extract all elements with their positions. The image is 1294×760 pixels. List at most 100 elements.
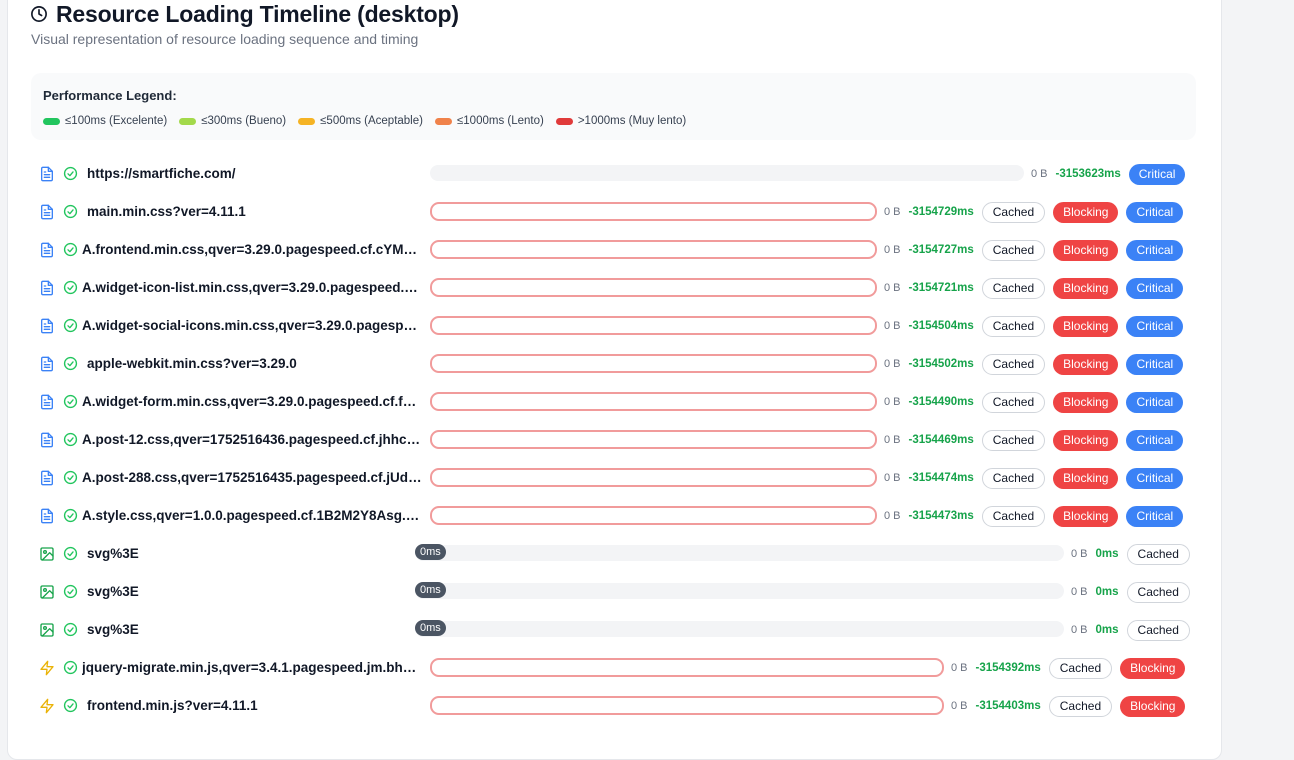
resource-row[interactable]: A.widget-social-icons.min.css,qver=3.29.… <box>31 307 1196 345</box>
resource-row[interactable]: A.style.css,qver=1.0.0.pagespeed.cf.1B2M… <box>31 497 1196 535</box>
resource-name: A.widget-form.min.css,qver=3.29.0.pagesp… <box>82 394 422 409</box>
check-circle-icon <box>63 166 78 181</box>
cached-badge: Cached <box>1126 543 1190 565</box>
resource-size: 0 B <box>884 358 901 370</box>
resource-time: 0ms <box>1095 586 1119 598</box>
resource-time: -3154392ms <box>975 662 1041 674</box>
legend-swatch <box>298 117 316 125</box>
check-circle-icon <box>63 546 78 561</box>
legend-swatch <box>179 117 197 125</box>
legend-swatch <box>434 117 452 125</box>
lightning-icon <box>40 698 54 714</box>
timeline-bar: 0ms <box>415 544 1064 561</box>
resource-size: 0 B <box>884 244 901 256</box>
resource-size: 0 B <box>1071 586 1088 598</box>
file-text-icon <box>41 242 53 258</box>
resource-row[interactable]: svg%3E 0ms 0 B 0ms Cached <box>31 611 1196 649</box>
resource-row[interactable]: A.frontend.min.css,qver=3.29.0.pagespeed… <box>31 231 1196 269</box>
resource-name: A.style.css,qver=1.0.0.pagespeed.cf.1B2M… <box>82 508 422 523</box>
resource-name: jquery-migrate.min.js,qver=3.4.1.pagespe… <box>82 660 422 675</box>
file-text-icon <box>41 280 53 296</box>
check-circle-icon <box>63 356 78 371</box>
file-text-icon <box>41 394 53 410</box>
resource-row[interactable]: svg%3E 0ms 0 B 0ms Cached <box>31 535 1196 573</box>
timeline-bar <box>430 278 877 297</box>
resource-name: frontend.min.js?ver=4.11.1 <box>87 698 258 713</box>
blocking-badge: Blocking <box>1053 239 1119 261</box>
resource-size: 0 B <box>1071 624 1088 636</box>
resource-meta: 0 B -3154727ms Cached Blocking Critical <box>884 239 1184 261</box>
critical-badge: Critical <box>1126 277 1184 299</box>
timeline-bar <box>430 506 877 525</box>
resource-name: apple-webkit.min.css?ver=3.29.0 <box>87 356 297 371</box>
resource-time: -3154490ms <box>908 396 974 408</box>
resource-size: 0 B <box>884 282 901 294</box>
resource-time: -3154473ms <box>908 510 974 522</box>
legend-swatch <box>43 117 60 125</box>
resource-size: 0 B <box>951 700 968 712</box>
cached-badge: Cached <box>1126 581 1190 603</box>
cached-badge: Cached <box>1048 657 1113 679</box>
critical-badge: Critical <box>1128 163 1186 185</box>
critical-badge: Critical <box>1126 239 1184 261</box>
timeline-bar <box>430 392 877 411</box>
resource-row[interactable]: apple-webkit.min.css?ver=3.29.0 0 B -31545… <box>31 345 1196 383</box>
blocking-badge: Blocking <box>1053 353 1119 375</box>
resource-row[interactable]: A.post-12.css,qver=1752516436.pagespeed.… <box>31 421 1196 459</box>
resource-meta: 0 B -3153623ms Critical <box>1031 163 1186 185</box>
blocking-badge: Blocking <box>1053 505 1119 527</box>
blocking-badge: Blocking <box>1053 467 1119 489</box>
critical-badge: Critical <box>1126 429 1184 451</box>
resource-row[interactable]: main.min.css?ver=4.11.1 0 B -3154729ms Cach… <box>31 193 1196 231</box>
resource-row[interactable]: https://smartfiche.com/0 B -3153623ms Crit… <box>31 155 1196 193</box>
resource-time: -3154469ms <box>908 434 974 446</box>
resource-row[interactable]: frontend.min.js?ver=4.11.1 0 B -3154403ms C… <box>31 687 1196 725</box>
lightning-icon <box>40 660 54 676</box>
page-subtitle: Visual representation of resource loadin… <box>31 31 419 47</box>
legend-label: ≤500ms (Aceptable) <box>320 115 423 127</box>
blocking-badge: Blocking <box>1120 695 1186 717</box>
timeline-bar <box>430 165 1024 181</box>
check-circle-icon <box>63 242 78 257</box>
resource-row[interactable]: jquery-migrate.min.js,qver=3.4.1.pagespe… <box>31 649 1196 687</box>
cached-badge: Cached <box>1126 619 1190 641</box>
cached-badge: Cached <box>981 201 1046 223</box>
file-text-icon <box>41 356 53 372</box>
timeline-bar <box>430 316 877 335</box>
critical-badge: Critical <box>1126 505 1184 527</box>
resource-name: A.post-12.css,qver=1752516436.pagespeed.… <box>82 432 422 447</box>
timeline-bar <box>430 354 877 373</box>
file-text-icon <box>41 318 53 334</box>
critical-badge: Critical <box>1126 315 1184 337</box>
resource-row[interactable]: A.widget-icon-list.min.css,qver=3.29.0.p… <box>31 269 1196 307</box>
check-circle-icon <box>63 698 78 713</box>
resource-row[interactable]: A.widget-form.min.css,qver=3.29.0.pagesp… <box>31 383 1196 421</box>
resource-row[interactable]: A.post-288.css,qver=1752516435.pagespeed… <box>31 459 1196 497</box>
performance-legend: Performance Legend: ≤100ms (Excelente) ≤3… <box>31 73 1196 140</box>
cached-badge: Cached <box>981 239 1046 261</box>
resource-size: 0 B <box>951 662 968 674</box>
timeline-bar <box>430 202 877 221</box>
cached-badge: Cached <box>981 429 1046 451</box>
file-text-icon <box>41 508 53 524</box>
resource-name: https://smartfiche.com/ <box>87 166 236 181</box>
resource-size: 0 B <box>1071 548 1088 560</box>
check-circle-icon <box>63 318 78 333</box>
resource-time: -3153623ms <box>1055 168 1121 180</box>
legend-label: ≤100ms (Excelente) <box>65 115 168 127</box>
resource-name: svg%3E <box>87 622 139 637</box>
legend-item: ≤500ms (Aceptable) <box>298 115 423 127</box>
check-circle-icon <box>63 394 78 409</box>
legend-item: ≤300ms (Bueno) <box>179 115 286 127</box>
resource-time: -3154502ms <box>908 358 974 370</box>
resource-name: main.min.css?ver=4.11.1 <box>87 204 246 219</box>
resource-meta: 0 B -3154474ms Cached Blocking Critical <box>884 467 1184 489</box>
resource-time: -3154403ms <box>975 700 1041 712</box>
duration-label: 0ms <box>415 620 446 636</box>
timeline-bar <box>430 468 877 487</box>
blocking-badge: Blocking <box>1053 391 1119 413</box>
legend-swatch <box>555 117 573 125</box>
resource-meta: 0 B -3154721ms Cached Blocking Critical <box>884 277 1184 299</box>
resource-name: svg%3E <box>87 584 139 599</box>
resource-row[interactable]: svg%3E 0ms 0 B 0ms Cached <box>31 573 1196 611</box>
